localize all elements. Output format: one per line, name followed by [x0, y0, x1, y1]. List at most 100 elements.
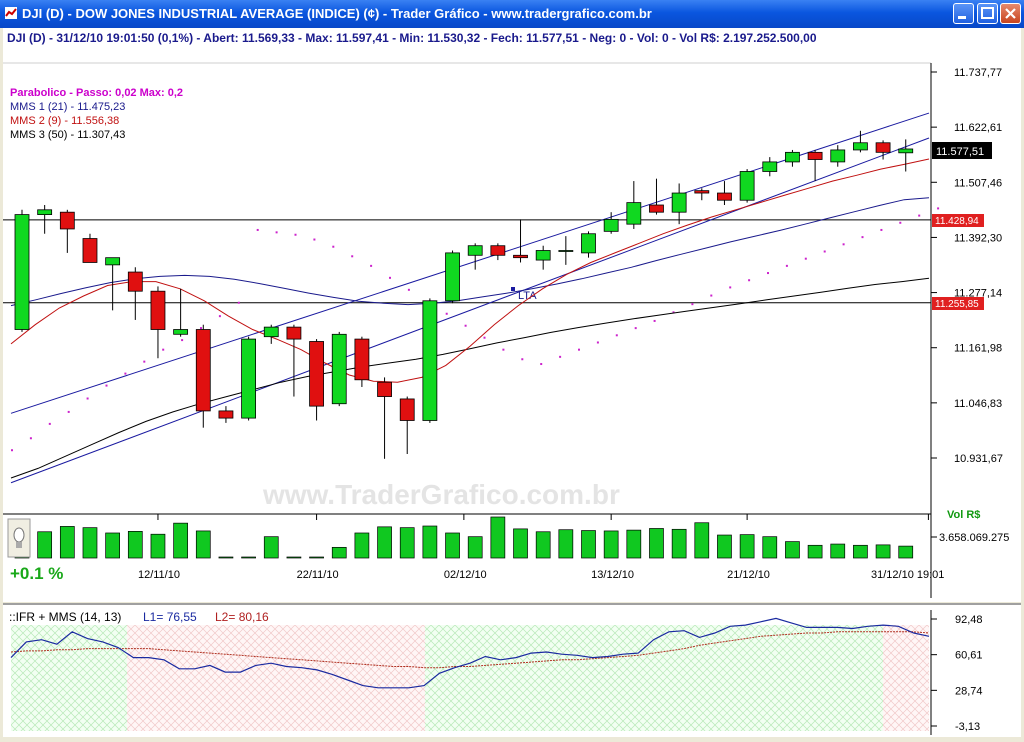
candle-body[interactable] [14, 214, 30, 330]
price-chart[interactable]: www.TraderGrafico.com.br 11.737,77 11.622… [3, 48, 1021, 602]
candle-body[interactable] [127, 271, 143, 292]
volume-bar[interactable] [581, 530, 596, 559]
candle-body[interactable] [331, 333, 347, 405]
candle[interactable] [739, 169, 755, 203]
volume-bar[interactable] [445, 532, 460, 559]
candle[interactable] [286, 324, 302, 397]
candle[interactable] [399, 396, 415, 455]
candle-body[interactable] [399, 398, 415, 421]
volume-bar[interactable] [309, 556, 324, 559]
candle-body[interactable] [558, 250, 574, 252]
candle-body[interactable] [513, 254, 528, 259]
candle[interactable] [354, 336, 370, 387]
candle-body[interactable] [535, 250, 551, 261]
candle[interactable] [649, 178, 664, 215]
candle[interactable] [377, 377, 392, 459]
volume-bar[interactable] [807, 544, 823, 559]
volume-bar[interactable] [558, 529, 574, 559]
volume-bar[interactable] [195, 530, 211, 559]
volume-bar[interactable] [241, 556, 256, 559]
candle[interactable] [331, 331, 347, 407]
candle[interactable] [173, 288, 189, 337]
candle[interactable] [581, 231, 596, 258]
candle[interactable] [717, 181, 732, 206]
candle[interactable] [445, 250, 460, 304]
candle-body[interactable] [309, 341, 324, 407]
candle-body[interactable] [853, 142, 868, 151]
candle-body[interactable] [195, 329, 211, 412]
volume-bar[interactable] [513, 528, 528, 559]
candle[interactable] [82, 233, 98, 263]
candle[interactable] [830, 145, 846, 167]
candle-body[interactable] [37, 209, 53, 215]
candle-body[interactable] [105, 257, 121, 266]
volume-bar[interactable] [785, 541, 800, 559]
candle-body[interactable] [218, 410, 234, 419]
candle[interactable] [626, 181, 642, 229]
volume-bar[interactable] [853, 544, 868, 559]
volume-bar[interactable] [105, 532, 120, 559]
candle-body[interactable] [830, 149, 846, 163]
minimize-button[interactable] [953, 3, 974, 24]
candle-body[interactable] [649, 204, 664, 213]
candle[interactable] [241, 336, 257, 421]
volume-bar[interactable] [354, 532, 370, 559]
candle[interactable] [263, 324, 279, 344]
candle-body[interactable] [377, 381, 392, 397]
candle-body[interactable] [354, 338, 370, 381]
close-button[interactable] [1000, 3, 1021, 24]
volume-bar[interactable] [173, 522, 188, 559]
indicator-pane[interactable]: 92,48 60,61 28,74 -3,13 ::IFR + MMS (14, 13… [3, 603, 1021, 737]
candle-body[interactable] [241, 338, 257, 419]
volume-bar[interactable] [603, 530, 619, 559]
price-chart-pane[interactable]: www.TraderGrafico.com.br 11.737,77 11.622… [3, 48, 1021, 602]
candle[interactable] [218, 406, 234, 423]
volume-bar[interactable] [739, 534, 755, 559]
volume-bar[interactable] [218, 556, 234, 559]
lower-trendline-lta[interactable] [10, 137, 930, 484]
candle[interactable] [127, 267, 143, 320]
candle-body[interactable] [150, 290, 166, 330]
volume-bar[interactable] [399, 527, 415, 559]
candle-body[interactable] [490, 245, 506, 256]
candle-body[interactable] [59, 211, 75, 230]
candle[interactable] [150, 286, 166, 359]
candle[interactable] [762, 157, 778, 177]
volume-bar[interactable] [762, 536, 778, 559]
candle-body[interactable] [807, 151, 823, 160]
volume-bar[interactable] [535, 531, 551, 559]
candle[interactable] [785, 149, 800, 167]
candle[interactable] [309, 339, 324, 421]
volume-bar[interactable] [626, 529, 642, 559]
volume-bar[interactable] [671, 528, 687, 559]
volume-bar[interactable] [875, 544, 891, 559]
candle-body[interactable] [173, 329, 189, 335]
candle-body[interactable] [785, 151, 800, 163]
candle-body[interactable] [82, 238, 98, 263]
volume-bar[interactable] [467, 536, 483, 559]
candle[interactable] [59, 209, 75, 253]
candle-body[interactable] [422, 300, 438, 421]
candle-body[interactable] [671, 192, 687, 213]
volume-bar[interactable] [59, 526, 75, 559]
candle[interactable] [422, 298, 438, 423]
candle[interactable] [490, 243, 506, 261]
volume-bar[interactable] [37, 531, 53, 559]
candle[interactable] [37, 205, 53, 234]
volume-bar[interactable] [82, 527, 98, 559]
trendline-anchor[interactable] [511, 287, 515, 291]
candle[interactable] [558, 236, 574, 265]
candle[interactable] [807, 149, 823, 182]
candle[interactable] [898, 139, 914, 172]
candle[interactable] [513, 219, 528, 263]
candle-body[interactable] [694, 190, 710, 194]
candle-body[interactable] [626, 202, 642, 225]
candle-body[interactable] [581, 233, 596, 254]
volume-bar[interactable] [898, 545, 914, 559]
volume-bar[interactable] [150, 533, 166, 559]
volume-bar[interactable] [286, 556, 302, 559]
candle-body[interactable] [717, 192, 732, 201]
ifr-chart[interactable]: 92,4860,6128,74-3,13 ::IFR + MMS (14, 13… [3, 605, 1021, 737]
candle-body[interactable] [263, 326, 279, 338]
candle[interactable] [14, 209, 30, 332]
